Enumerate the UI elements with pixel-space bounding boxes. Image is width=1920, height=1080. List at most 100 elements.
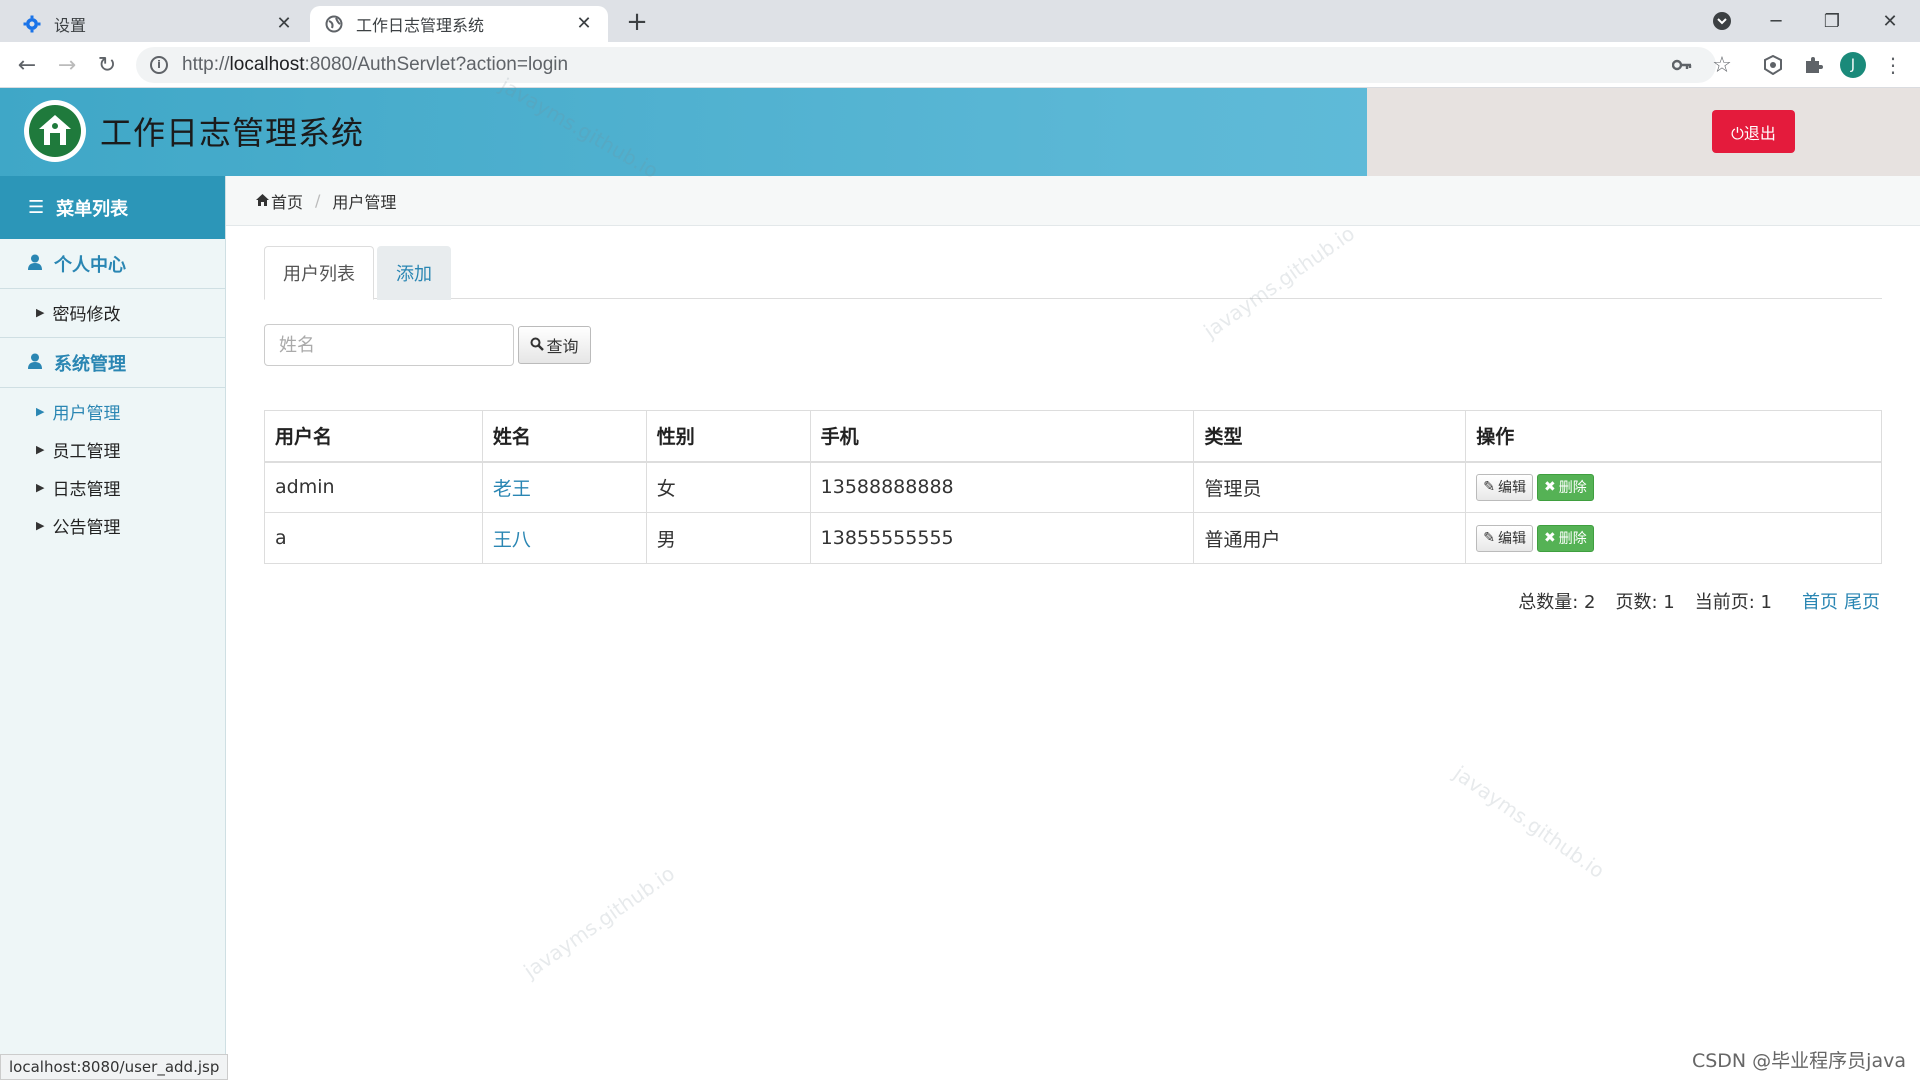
breadcrumb: 首页 / 用户管理 (226, 176, 1920, 226)
caret-right-icon: ▶ (36, 518, 45, 532)
tab-search-icon[interactable] (1696, 0, 1748, 42)
new-tab-button[interactable]: + (624, 9, 650, 36)
breadcrumb-separator: / (315, 191, 321, 210)
cell-username: a (264, 512, 483, 564)
sidebar-menu-header: ☰ 菜单列表 (0, 176, 225, 239)
pagination: 总数量: 2 页数: 1 当前页: 1 首页 尾页 (1480, 588, 1880, 614)
window-close-icon[interactable]: ✕ (1864, 0, 1916, 42)
browser-tab-app[interactable]: 工作日志管理系统 ✕ (310, 6, 608, 42)
forward-icon[interactable]: → (52, 50, 82, 80)
cell-phone: 13588888888 (809, 461, 1195, 513)
sidebar-item-notice-management[interactable]: ▶ 公告管理 (0, 506, 225, 544)
column-header: 操作 (1465, 410, 1882, 463)
footer-credit: CSDN @毕业程序员java (1691, 1050, 1906, 1072)
cell-phone: 13855555555 (809, 512, 1195, 564)
first-page-link[interactable]: 首页 (1802, 588, 1838, 614)
users-table: 用户名 姓名 性别 手机 类型 操作 admin 老王 女 1358888888… (264, 410, 1882, 564)
cell-name-link[interactable]: 老王 (481, 461, 647, 513)
cell-type: 管理员 (1193, 461, 1467, 513)
current-page: 当前页: 1 (1694, 592, 1772, 613)
breadcrumb-current: 用户管理 (332, 192, 397, 212)
cell-username: admin (264, 461, 483, 513)
cell-name-link[interactable]: 王八 (481, 512, 647, 564)
restore-icon[interactable]: ❐ (1806, 0, 1858, 42)
pencil-icon: ✎ (1483, 479, 1495, 496)
watermark: javayms.github.io (1449, 761, 1610, 883)
logout-button[interactable]: ⏻退出 (1712, 110, 1795, 153)
home-icon (256, 191, 269, 210)
sidebar-item-employee-management[interactable]: ▶ 员工管理 (0, 430, 225, 468)
remove-icon: ✖ (1543, 479, 1556, 496)
address-bar[interactable]: i http://localhost:8080/AuthServlet?acti… (136, 47, 1716, 83)
star-icon[interactable]: ☆ (1708, 51, 1736, 79)
university-logo (24, 100, 86, 162)
search-icon (530, 336, 545, 355)
app-title: 工作日志管理系统 (100, 114, 365, 152)
table-row: a 王八 男 13855555555 普通用户 ✎ 编辑 ✖ 删除 (264, 512, 1882, 564)
user-icon (28, 254, 42, 274)
url-text: http://localhost:8080/AuthServlet?action… (182, 54, 569, 75)
last-page-link[interactable]: 尾页 (1844, 588, 1880, 614)
cell-gender: 女 (645, 461, 811, 513)
cell-type: 普通用户 (1193, 512, 1467, 564)
sidebar-item-log-management[interactable]: ▶ 日志管理 (0, 468, 225, 506)
column-header: 类型 (1193, 410, 1467, 463)
extensions-puzzle-icon[interactable] (1798, 50, 1828, 80)
edit-button[interactable]: ✎ 编辑 (1476, 524, 1533, 552)
browser-toolbar: ← → ↻ i http://localhost:8080/AuthServle… (0, 42, 1920, 88)
more-menu-icon[interactable]: ⋮ (1878, 50, 1908, 80)
tab-title: 工作日志管理系统 (356, 16, 485, 35)
delete-button[interactable]: ✖ 删除 (1536, 473, 1594, 501)
reload-icon[interactable]: ↻ (92, 50, 122, 80)
info-icon[interactable]: i (150, 56, 168, 74)
cell-actions: ✎ 编辑 ✖ 删除 (1465, 512, 1882, 564)
globe-icon (324, 14, 344, 34)
breadcrumb-home-link[interactable]: 首页 (271, 189, 303, 213)
sidebar-item-password-change[interactable]: ▶ 密码修改 (0, 293, 225, 331)
edit-button[interactable]: ✎ 编辑 (1476, 473, 1533, 501)
total-count: 总数量: 2 (1518, 592, 1596, 613)
caret-right-icon: ▶ (36, 442, 45, 456)
tab-add[interactable]: 添加 (377, 246, 451, 300)
cell-gender: 男 (645, 512, 811, 564)
remove-icon: ✖ (1543, 530, 1556, 546)
close-icon[interactable]: ✕ (574, 14, 594, 34)
browser-tab-bar: 设置 ✕ 工作日志管理系统 ✕ + ─ ❐ ✕ (0, 0, 1920, 42)
column-header: 姓名 (481, 410, 647, 463)
column-header: 性别 (645, 410, 811, 463)
column-header: 手机 (809, 410, 1195, 463)
name-search-input[interactable] (264, 324, 514, 366)
browser-tab-settings[interactable]: 设置 ✕ (8, 6, 308, 42)
pencil-icon: ✎ (1483, 530, 1495, 546)
extension-shield-icon[interactable] (1758, 50, 1788, 80)
column-header: 用户名 (264, 410, 483, 463)
cell-actions: ✎ 编辑 ✖ 删除 (1465, 461, 1882, 513)
profile-avatar[interactable]: J (1840, 52, 1866, 78)
tab-user-list[interactable]: 用户列表 (264, 246, 374, 300)
sidebar-group-personal-center[interactable]: 个人中心 (0, 239, 225, 289)
query-button[interactable]: 查询 (518, 326, 591, 364)
user-icon (28, 353, 42, 373)
caret-right-icon: ▶ (36, 480, 45, 494)
table-row: admin 老王 女 13588888888 管理员 ✎ 编辑 ✖ 删除 (264, 461, 1882, 513)
page-count: 页数: 1 (1615, 592, 1675, 613)
content-tabs: 用户列表 添加 (264, 246, 1882, 300)
header-right-panel (1367, 88, 1920, 176)
key-icon[interactable] (1668, 51, 1696, 79)
sidebar-group-system-management[interactable]: 系统管理 (0, 338, 225, 388)
caret-right-icon: ▶ (36, 404, 45, 418)
watermark: javayms.github.io (519, 861, 680, 983)
table-header-row: 用户名 姓名 性别 手机 类型 操作 (264, 410, 1882, 463)
app-header: 工作日志管理系统 ⏻退出 (0, 88, 1920, 176)
gear-icon (22, 14, 42, 34)
close-icon[interactable]: ✕ (274, 14, 294, 34)
back-icon[interactable]: ← (12, 50, 42, 80)
tab-title: 设置 (54, 16, 87, 35)
minimize-icon[interactable]: ─ (1750, 0, 1802, 42)
delete-button[interactable]: ✖ 删除 (1536, 524, 1594, 552)
caret-right-icon: ▶ (36, 305, 45, 319)
list-icon: ☰ (28, 197, 45, 218)
browser-status-url: localhost:8080/user_add.jsp (0, 1054, 229, 1080)
sidebar: ☰ 菜单列表 个人中心 ▶ 密码修改 系统管理 ▶ 用户管理 ▶ 员工管理 ▶ … (0, 176, 226, 1080)
sidebar-item-user-management[interactable]: ▶ 用户管理 (0, 392, 225, 430)
